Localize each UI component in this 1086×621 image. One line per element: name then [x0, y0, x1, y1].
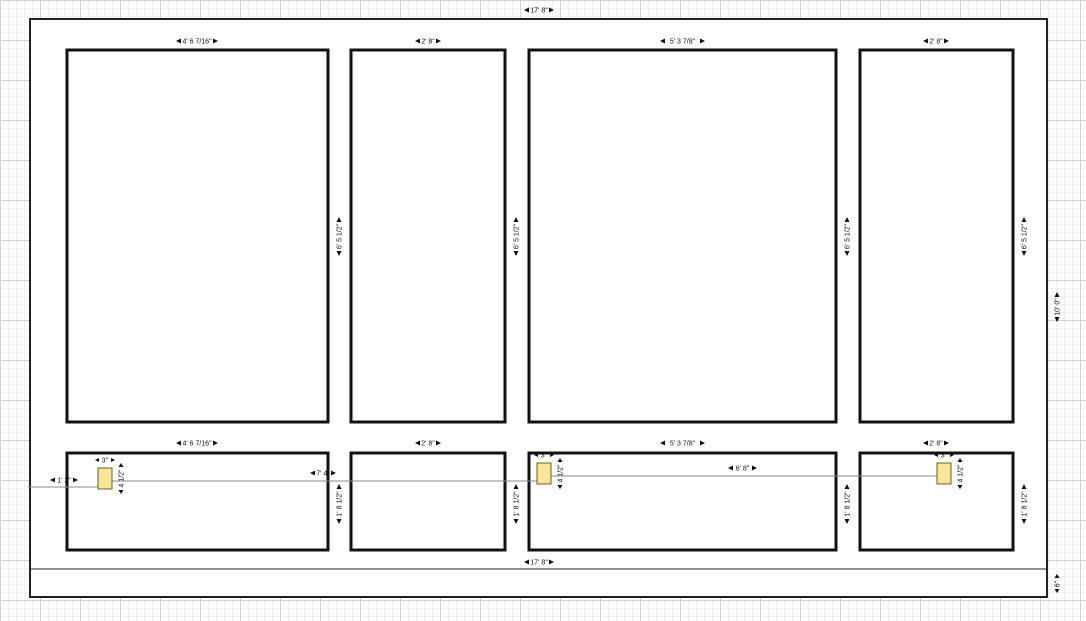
lower-panel-2-width-label: 2' 8" [421, 441, 435, 448]
upper-panel-3-width-label: 5' 3 7/8" [670, 39, 696, 46]
outlet-2[interactable] [536, 462, 552, 485]
outlet-3-width-label: 3" [941, 453, 948, 460]
lower-panel-2-height-label: 1' 8 1/2" [514, 491, 521, 517]
upper-panel-2-height-label: 6' 5 1/2" [514, 223, 521, 249]
lower-panel-1-width-label: 4' 6 7/16" [182, 441, 212, 448]
outlet-1[interactable] [97, 467, 113, 490]
outlet-2-height-label: 4 1/2" [558, 464, 565, 483]
upper-panel-4-width-label: 2' 8" [929, 39, 943, 46]
outlet3-offset-label: 6' 8" [736, 466, 750, 473]
wall-bottom-width-label: 17' 8" [530, 560, 548, 567]
lower-panel-3-width-label: 5' 3 7/8" [670, 441, 696, 448]
wall-elevation-drawing: 17' 8" 17' 8" 10' 0" 6" 4' 6 7/16" 2' 8"… [28, 7, 1062, 598]
lower-panel-3-height-label: 1' 8 1/2" [845, 491, 852, 517]
upper-panel-2-width-label: 2' 8" [421, 39, 435, 46]
outlet-2-width-label: 3" [541, 453, 548, 460]
left-offset-label: 1' 2" [57, 478, 71, 485]
upper-panel-3-height-label: 6' 5 1/2" [845, 223, 852, 249]
upper-panel-1-width-label: 4' 6 7/16" [182, 39, 212, 46]
wall-top-width-label: 17' 8" [530, 8, 548, 15]
baseboard-dimension: 6" [1054, 574, 1062, 593]
upper-panel-4-height-label: 6' 5 1/2" [1022, 223, 1029, 249]
outlet-3-height-label: 4 1/2" [958, 464, 965, 483]
wall-top-dimension: 17' 8" [524, 7, 554, 15]
wall-height-dimension: 10' 0" [1054, 292, 1062, 322]
wall-height-label: 10' 0" [1055, 298, 1062, 316]
outlet2-offset-label: 7' 4" [316, 471, 330, 478]
outlet-3[interactable] [936, 462, 952, 485]
wall-outline[interactable] [29, 18, 1048, 598]
lower-panel-4-height-label: 1' 8 1/2" [1022, 491, 1029, 517]
lower-panel-1-height-label: 1' 8 1/2" [337, 491, 344, 517]
baseboard-height-label: 6" [1055, 580, 1062, 587]
outlet-1-width-label: 3" [102, 458, 109, 465]
upper-panel-1-height-label: 6' 5 1/2" [337, 223, 344, 249]
outlet-1-height-label: 4 1/2" [119, 469, 126, 488]
lower-panel-4-width-label: 2' 8" [929, 441, 943, 448]
